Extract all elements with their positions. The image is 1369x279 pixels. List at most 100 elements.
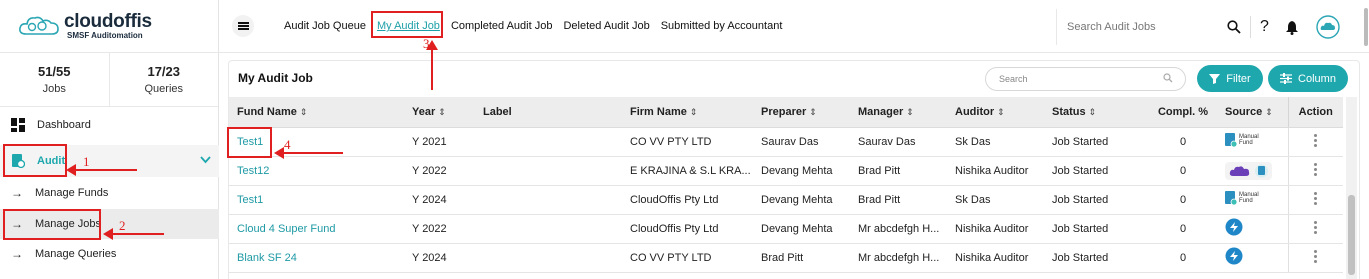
preparer-cell: Devang Mehta — [753, 185, 850, 215]
filter-icon — [1209, 74, 1221, 84]
annotation-arrow — [70, 169, 137, 171]
annotation-number-4: 4 — [284, 137, 291, 152]
jobs-label: Jobs — [42, 83, 66, 95]
label-cell — [475, 243, 622, 273]
table-row[interactable]: Test12 Y 2022 E KRAJINA & S.L KRA... Dev… — [229, 156, 1343, 186]
sort-icon: ⇕ — [1088, 106, 1097, 117]
preparer-cell: Devang Mehta — [753, 214, 850, 244]
label-cell — [475, 156, 622, 186]
manager-cell: Brad Pitt — [850, 156, 947, 186]
tab-submitted-by-accountant[interactable]: Submitted by Accountant — [661, 20, 783, 32]
column-header-year[interactable]: Year ⇕ — [404, 97, 475, 128]
cloud-source-badge — [1225, 161, 1272, 180]
search-icon[interactable] — [1227, 20, 1241, 34]
chevron-down-icon[interactable] — [200, 156, 211, 164]
action-cell[interactable] — [1287, 127, 1343, 157]
column-button[interactable]: Column — [1268, 65, 1348, 92]
column-header-status[interactable]: Status ⇕ — [1044, 97, 1149, 128]
queries-stat[interactable]: 17/23 Queries — [110, 53, 219, 106]
brand-subtitle: SMSF Auditomation — [67, 31, 143, 40]
more-options-icon[interactable] — [1314, 248, 1318, 265]
tab-deleted-audit-job[interactable]: Deleted Audit Job — [563, 20, 649, 32]
action-cell[interactable] — [1287, 243, 1343, 273]
page-scrollbar[interactable] — [1364, 8, 1368, 46]
brand-name: cloudoffis — [64, 11, 152, 32]
year-cell: Y 2022 — [404, 156, 475, 186]
arrow-right-icon: → — [11, 186, 23, 200]
sort-icon: ⇕ — [809, 106, 817, 117]
column-header-firm-name[interactable]: Firm Name ⇕ — [622, 97, 753, 128]
column-header-source[interactable]: Source ⇕ — [1217, 97, 1288, 128]
document-icon — [1255, 164, 1268, 177]
tab-completed-audit-job[interactable]: Completed Audit Job — [451, 20, 553, 32]
more-options-icon[interactable] — [1314, 161, 1318, 178]
source-cell — [1217, 243, 1288, 273]
more-options-icon[interactable] — [1314, 132, 1318, 149]
firm-name-cell: CO VV PTY LTD — [622, 127, 753, 157]
table-row[interactable]: Test1 Y 2024 CloudOffis Pty Ltd Devang M… — [229, 185, 1343, 215]
column-header-compl[interactable]: Compl. % — [1149, 97, 1217, 128]
preparer-cell: Devang Mehta — [753, 156, 850, 186]
action-cell[interactable] — [1287, 214, 1343, 244]
avatar[interactable] — [1316, 15, 1340, 39]
hamburger-menu-icon[interactable] — [232, 15, 254, 37]
completion-cell: 0 — [1149, 214, 1217, 244]
column-header-fund-name[interactable]: Fund Name ⇕ — [229, 97, 404, 128]
table-scrollbar[interactable] — [1346, 97, 1357, 279]
table-row[interactable]: Test1 Y 2021 CO VV PTY LTD Saurav Das Sa… — [229, 127, 1343, 157]
action-cell[interactable] — [1287, 156, 1343, 186]
label-cell — [475, 127, 622, 157]
table-row[interactable]: Blank SF 24 Y 2024 CO VV PTY LTD Brad Pi… — [229, 243, 1343, 273]
cloud-logo-icon — [19, 16, 59, 35]
fund-name-link[interactable]: Blank SF 24 — [229, 243, 404, 273]
more-options-icon[interactable] — [1314, 219, 1318, 236]
sort-icon: ⇕ — [997, 106, 1005, 117]
column-label: Column — [1298, 72, 1336, 85]
fund-name-link[interactable]: Test1 — [229, 185, 404, 215]
jobs-stat[interactable]: 51/55 Jobs — [0, 53, 110, 106]
firm-name-cell: CloudOffis Pty Ltd — [622, 185, 753, 215]
column-header-label: Label — [475, 97, 622, 128]
more-options-icon[interactable] — [1314, 190, 1318, 207]
arrow-head-icon — [66, 164, 76, 176]
bell-icon[interactable] — [1285, 20, 1299, 35]
manual-fund-badge: Manual Fund — [1225, 132, 1259, 148]
completion-cell: 0 — [1149, 156, 1217, 186]
annotation-box-test1 — [227, 127, 272, 158]
completion-cell: 0 — [1149, 243, 1217, 273]
fund-name-link[interactable]: Cloud 4 Super Fund — [229, 214, 404, 244]
sidebar-item-manage-funds[interactable]: → Manage Funds — [0, 183, 219, 203]
auditor-cell: Sk Das — [947, 127, 1044, 157]
brand-logo[interactable]: cloudoffis SMSF Auditomation — [0, 0, 218, 53]
annotation-number-2: 2 — [119, 218, 126, 233]
fund-name-link[interactable]: Test12 — [229, 156, 404, 186]
sidebar-item-manage-queries[interactable]: → Manage Queries — [0, 244, 219, 264]
source-cell: Manual Fund — [1217, 127, 1288, 157]
preparer-cell: Brad Pitt — [753, 243, 850, 273]
arrow-head-icon — [274, 147, 284, 159]
status-cell: Job Started — [1044, 185, 1149, 215]
stats-panel: 51/55 Jobs 17/23 Queries — [0, 53, 218, 107]
column-header-auditor[interactable]: Auditor ⇕ — [947, 97, 1044, 128]
column-header-manager[interactable]: Manager ⇕ — [850, 97, 947, 128]
help-icon[interactable]: ? — [1260, 18, 1269, 36]
action-cell[interactable] — [1287, 185, 1343, 215]
sort-icon: ⇕ — [906, 106, 914, 117]
table-search-input[interactable]: Search — [985, 67, 1186, 91]
annotation-arrow — [431, 47, 433, 90]
document-icon — [1225, 190, 1237, 205]
column-header-preparer[interactable]: Preparer ⇕ — [753, 97, 850, 128]
year-cell: Y 2024 — [404, 243, 475, 273]
status-cell: Job Started — [1044, 156, 1149, 186]
scroll-thumb[interactable] — [1348, 195, 1355, 275]
auditor-cell: Nishika Auditor — [947, 156, 1044, 186]
queries-count: 17/23 — [147, 64, 181, 79]
search-placeholder: Search Audit Jobs — [1067, 21, 1156, 33]
table-row[interactable]: Cloud 4 Super Fund Y 2022 CloudOffis Pty… — [229, 214, 1343, 244]
page-title: My Audit Job — [238, 71, 313, 85]
sidebar-item-dashboard[interactable]: Dashboard — [0, 113, 219, 137]
manager-cell: Brad Pitt — [850, 185, 947, 215]
tab-audit-job-queue[interactable]: Audit Job Queue — [284, 20, 366, 32]
manager-cell: Saurav Das — [850, 127, 947, 157]
filter-button[interactable]: Filter — [1197, 65, 1263, 92]
